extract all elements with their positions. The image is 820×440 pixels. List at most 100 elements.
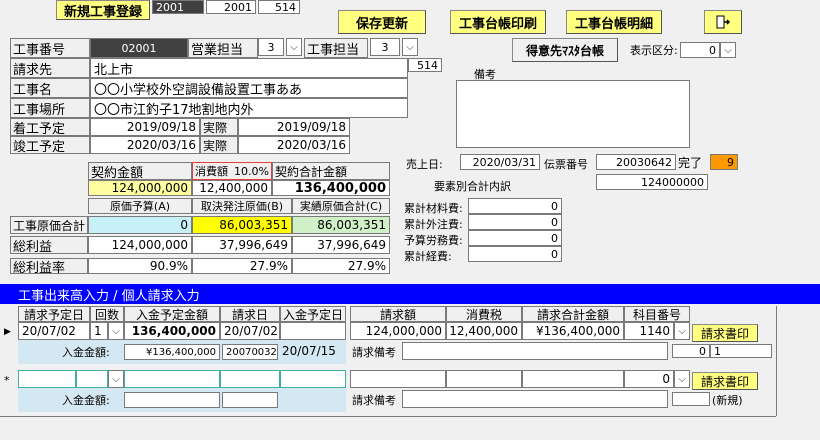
row2-tax[interactable] (446, 370, 522, 388)
row2-invoice-print-button[interactable]: 請求書印 (692, 372, 758, 390)
save-button[interactable]: 保存更新 (338, 10, 426, 34)
row2-new-tag: (新規) (712, 394, 743, 407)
chevron-down-icon: ⌵ (112, 325, 120, 337)
row1-plan-date[interactable]: 20/07/02 (18, 322, 90, 340)
row1-subject-dropdown[interactable]: ⌵ (674, 322, 690, 340)
row2-paid-label: 入金金額: (62, 394, 110, 407)
row1-bill[interactable]: 124,000,000 (350, 322, 446, 340)
breakdown-expense-value: 0 (468, 246, 562, 262)
row1-invoice-print-button[interactable]: 請求書印 (692, 324, 758, 342)
gross-profit-c: 37,996,649 (292, 236, 390, 254)
breakdown-labor-value: 0 (468, 230, 562, 246)
row2-count[interactable] (76, 370, 108, 388)
grid-header-total: 請求合計金額 (522, 306, 624, 322)
pager-last[interactable]: 2001 (206, 0, 256, 14)
chevron-down-icon: ⌵ (290, 41, 298, 53)
cost-actual-field: 86,003,351 (292, 216, 390, 234)
grid-header-plan-date: 請求予定日 (18, 306, 90, 322)
exit-button[interactable] (704, 10, 742, 34)
cost-order-field: 86,003,351 (192, 216, 292, 234)
row1-memo-field[interactable] (402, 342, 668, 360)
job-place-field[interactable]: 〇〇市江釣子17地割地内外 (90, 98, 408, 118)
row2-memo-field[interactable] (402, 390, 668, 408)
new-row-asterisk-icon: * (4, 373, 10, 387)
tax-field[interactable]: 12,400,000 (192, 180, 272, 196)
row1-paid-code[interactable]: 20070032 (222, 344, 278, 360)
end-plan-label: 竣工予定 (10, 136, 90, 154)
contract-amount-field[interactable]: 124,000,000 (88, 180, 192, 196)
row2-bill-date[interactable] (220, 370, 280, 388)
contract-total-field: 136,400,000 (272, 180, 390, 196)
row2-plan-date[interactable] (18, 370, 76, 388)
grid-header-count: 回数 (90, 306, 124, 322)
gross-margin-c: 27.9% (292, 258, 390, 274)
row1-pay-date[interactable] (280, 322, 346, 340)
start-plan-label: 着工予定 (10, 118, 90, 136)
row1-small-a[interactable]: 0 (672, 344, 710, 358)
job-no-label: 工事番号 (10, 38, 90, 58)
grid-header-tax: 消費税 (446, 306, 522, 322)
work-rep-label: 工事担当 (304, 38, 368, 58)
done-field[interactable]: 9 (710, 154, 738, 170)
client-master-button[interactable]: 得意先ﾏｽﾀ台帳 (512, 38, 618, 62)
ledger-print-button[interactable]: 工事台帳印刷 (450, 10, 546, 34)
row1-small-b[interactable]: 1 (710, 344, 772, 358)
sales-date-field[interactable]: 2020/03/31 (460, 154, 540, 170)
display-type-dropdown[interactable]: ⌵ (720, 42, 736, 58)
row1-paid-date[interactable]: 20/07/15 (282, 344, 336, 358)
end-plan-field[interactable]: 2020/03/16 (90, 136, 200, 154)
pager-current[interactable]: 2001 (152, 0, 204, 14)
work-rep-dropdown[interactable]: ⌵ (402, 38, 418, 56)
client-field[interactable]: 北上市 (90, 58, 408, 78)
row2-paid-amount[interactable] (124, 392, 220, 408)
row2-subject[interactable]: 0 (624, 370, 674, 388)
row1-bill-date[interactable]: 20/07/02 (220, 322, 280, 340)
new-job-button[interactable]: 新規工事登録 (56, 0, 150, 20)
display-type-field[interactable]: 0 (680, 42, 720, 58)
breakdown-material-value: 0 (468, 198, 562, 214)
pager-count[interactable]: 514 (258, 0, 300, 14)
row2-small-a[interactable] (672, 392, 710, 406)
row2-count-dropdown[interactable]: ⌵ (108, 370, 124, 388)
ledger-detail-button[interactable]: 工事台帳明細 (566, 10, 662, 34)
breakdown-outsource-label: 累計外注費: (404, 218, 463, 231)
row-pointer-icon: ▶ (4, 327, 11, 337)
cost-budget-field[interactable]: 0 (88, 216, 192, 234)
row2-pay-date[interactable] (280, 370, 346, 388)
job-name-field[interactable]: 〇〇小学校外空調設備設置工事ああ (90, 78, 408, 98)
row1-tax[interactable]: 12,400,000 (446, 322, 522, 340)
chevron-down-icon: ⌵ (112, 373, 120, 385)
row2-bill[interactable] (350, 370, 446, 388)
row1-plan-amount[interactable]: 136,400,000 (124, 322, 220, 340)
sales-rep-field[interactable]: 3 (258, 38, 284, 56)
job-no-field[interactable]: 02001 (90, 38, 188, 58)
start-actual-field[interactable]: 2019/09/18 (238, 118, 350, 136)
row1-paid-label: 入金金額: (62, 346, 110, 359)
sales-rep-dropdown[interactable]: ⌵ (286, 38, 302, 56)
grid-header-plan-amount: 入金予定金額 (124, 306, 220, 322)
breakdown-expense-label: 累計経費: (404, 250, 452, 263)
row2-total (522, 370, 624, 388)
gross-margin-label: 総利益率 (10, 258, 88, 274)
slip-no-field[interactable]: 20030642 (596, 154, 676, 170)
row1-count-dropdown[interactable]: ⌵ (108, 322, 124, 340)
client-label: 請求先 (10, 58, 90, 78)
breakdown-label: 要素別合計内訳 (434, 180, 511, 193)
breakdown-labor-label: 予算労務費: (404, 234, 463, 247)
memo-textarea[interactable] (456, 80, 690, 148)
row1-paid-amount[interactable]: ¥136,400,000 (124, 344, 220, 360)
row1-subject[interactable]: 1140 (624, 322, 674, 340)
grid-header-pay-date: 入金予定日 (280, 306, 346, 322)
row2-paid-code[interactable] (222, 392, 278, 408)
cost-total-label: 工事原価合計 (10, 216, 88, 234)
section-title-bar: 工事出来高入力 / 個人請求入力 (0, 284, 820, 304)
row2-subject-dropdown[interactable]: ⌵ (674, 370, 690, 388)
exit-door-icon (716, 15, 731, 29)
work-rep-field[interactable]: 3 (370, 38, 400, 56)
row2-plan-amount[interactable] (124, 370, 220, 388)
row1-count[interactable]: 1 (90, 322, 108, 340)
client-code-field[interactable]: 514 (408, 58, 442, 72)
gross-margin-a: 90.9% (88, 258, 192, 274)
start-plan-field[interactable]: 2019/09/18 (90, 118, 200, 136)
end-actual-field[interactable]: 2020/03/16 (238, 136, 350, 154)
